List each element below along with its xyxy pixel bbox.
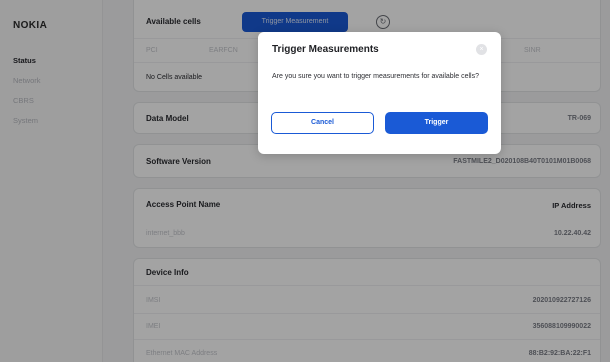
- dialog-message: Are you sure you want to trigger measure…: [272, 73, 479, 80]
- trigger-measurements-dialog: Trigger Measurements × Are you sure you …: [258, 32, 501, 154]
- dialog-title: Trigger Measurements: [272, 44, 379, 55]
- cancel-button[interactable]: Cancel: [271, 112, 374, 134]
- close-icon[interactable]: ×: [476, 44, 487, 55]
- trigger-button[interactable]: Trigger: [385, 112, 488, 134]
